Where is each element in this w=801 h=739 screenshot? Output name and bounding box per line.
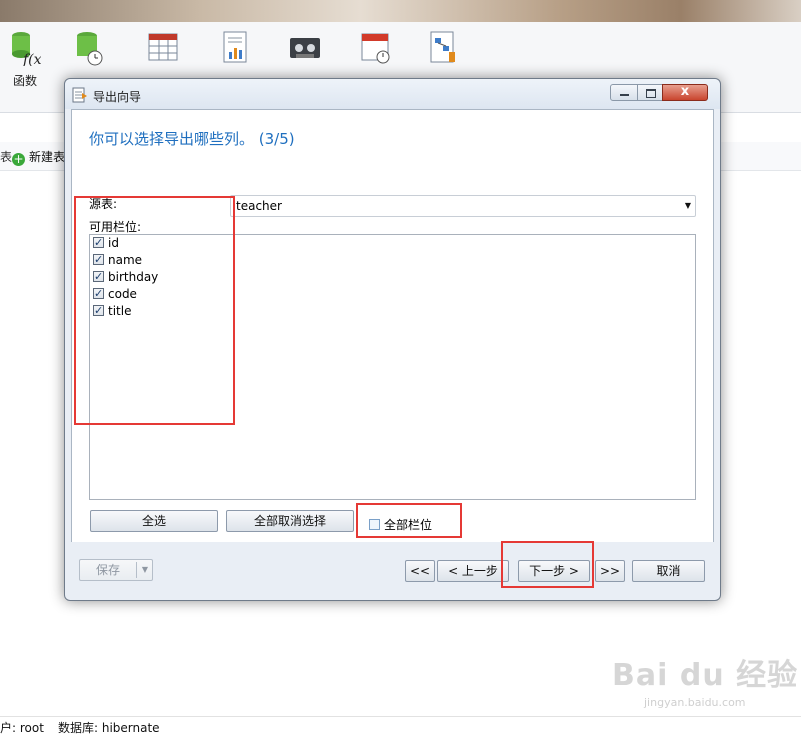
all-columns-checkbox[interactable] bbox=[369, 519, 380, 530]
column-list[interactable]: id name birthday code title bbox=[89, 234, 696, 500]
watermark-sub: jingyan.baidu.com bbox=[644, 696, 746, 709]
backup-tape-icon bbox=[290, 38, 320, 58]
column-name: name bbox=[108, 253, 143, 267]
save-button[interactable]: 保存 ▼ bbox=[79, 559, 153, 581]
column-checkbox[interactable] bbox=[93, 302, 104, 319]
select-all-button[interactable]: 全选 bbox=[90, 510, 218, 532]
column-checkbox[interactable] bbox=[93, 251, 104, 268]
add-icon: + bbox=[12, 152, 25, 166]
dropdown-divider bbox=[136, 562, 137, 578]
toolbar-report-button[interactable] bbox=[210, 30, 260, 66]
source-table-value: teacher bbox=[236, 199, 282, 213]
status-user: 户: root bbox=[0, 721, 44, 735]
first-step-button[interactable]: << bbox=[405, 560, 435, 582]
column-checkbox[interactable] bbox=[93, 285, 104, 302]
model-icon bbox=[430, 31, 455, 63]
export-wizard-dialog: 导出向导 x 你可以选择导出哪些列。 (3/5) 源表: teacher ▼ 可… bbox=[64, 78, 721, 601]
column-item-birthday[interactable]: birthday bbox=[93, 268, 159, 286]
toolbar-event-button[interactable] bbox=[64, 30, 114, 66]
next-step-button[interactable]: 下一步 > bbox=[518, 560, 590, 582]
column-name: title bbox=[108, 304, 132, 318]
toolbar-function-label: 函数 bbox=[12, 74, 37, 88]
left-cut-label: 表 bbox=[0, 150, 13, 164]
new-table-label: 新建表 bbox=[29, 150, 66, 164]
dialog-title: 导出向导 bbox=[93, 90, 142, 104]
column-item-id[interactable]: id bbox=[93, 234, 119, 252]
previous-step-button[interactable]: < 上一步 bbox=[437, 560, 509, 582]
minimize-button[interactable] bbox=[610, 84, 638, 101]
all-columns-label: 全部栏位 bbox=[384, 518, 433, 532]
close-button[interactable]: x bbox=[662, 84, 708, 101]
toolbar-model-button[interactable] bbox=[418, 30, 468, 66]
status-database: 数据库: hibernate bbox=[58, 721, 160, 735]
watermark: Bai du 经验 jingyan.baidu.com bbox=[612, 650, 799, 709]
cancel-button[interactable]: 取消 bbox=[632, 560, 705, 582]
schedule-calendar-icon bbox=[361, 33, 390, 64]
wizard-content: 你可以选择导出哪些列。 (3/5) 源表: teacher ▼ 可用栏位: id… bbox=[71, 109, 714, 542]
desktop-wallpaper-strip bbox=[0, 0, 801, 22]
column-item-title[interactable]: title bbox=[93, 302, 132, 320]
report-icon bbox=[223, 31, 247, 63]
table-grid-icon bbox=[148, 33, 178, 61]
maximize-button[interactable] bbox=[637, 84, 663, 101]
column-name: id bbox=[108, 236, 119, 250]
source-table-label: 源表: bbox=[89, 197, 118, 211]
last-step-button[interactable]: >> bbox=[595, 560, 625, 582]
new-table-button[interactable]: + 新建表 bbox=[12, 148, 65, 166]
chevron-down-icon: ▼ bbox=[684, 201, 691, 210]
all-columns-toggle[interactable]: 全部栏位 bbox=[369, 516, 432, 533]
toolbar-schedule-button[interactable] bbox=[350, 30, 400, 66]
chevron-down-icon: ▼ bbox=[141, 565, 149, 574]
deselect-all-button[interactable]: 全部取消选择 bbox=[226, 510, 354, 532]
close-icon: x bbox=[680, 84, 690, 99]
export-wizard-icon bbox=[72, 87, 87, 103]
dialog-titlebar[interactable]: 导出向导 x bbox=[65, 79, 720, 109]
watermark-main: Bai du 经验 bbox=[612, 658, 799, 693]
save-label: 保存 bbox=[95, 563, 120, 577]
column-item-code[interactable]: code bbox=[93, 285, 137, 303]
column-checkbox[interactable] bbox=[93, 234, 104, 251]
source-table-select[interactable]: teacher ▼ bbox=[230, 195, 696, 217]
toolbar-backup-button[interactable] bbox=[280, 30, 330, 66]
column-name: birthday bbox=[108, 270, 159, 284]
toolbar-table-button[interactable] bbox=[138, 30, 188, 66]
column-name: code bbox=[108, 287, 137, 301]
column-item-name[interactable]: name bbox=[93, 251, 143, 269]
svg-text:f(x): f(x) bbox=[22, 52, 41, 66]
function-icon: f(x) bbox=[12, 32, 41, 66]
column-checkbox[interactable] bbox=[93, 268, 104, 285]
toolbar-function-button[interactable]: f(x) 函数 bbox=[0, 30, 50, 89]
event-database-icon bbox=[77, 32, 103, 66]
step-heading: 你可以选择导出哪些列。 (3/5) bbox=[89, 130, 295, 148]
available-columns-label: 可用栏位: bbox=[89, 220, 142, 234]
status-bar: 户: root 数据库: hibernate bbox=[0, 716, 801, 739]
